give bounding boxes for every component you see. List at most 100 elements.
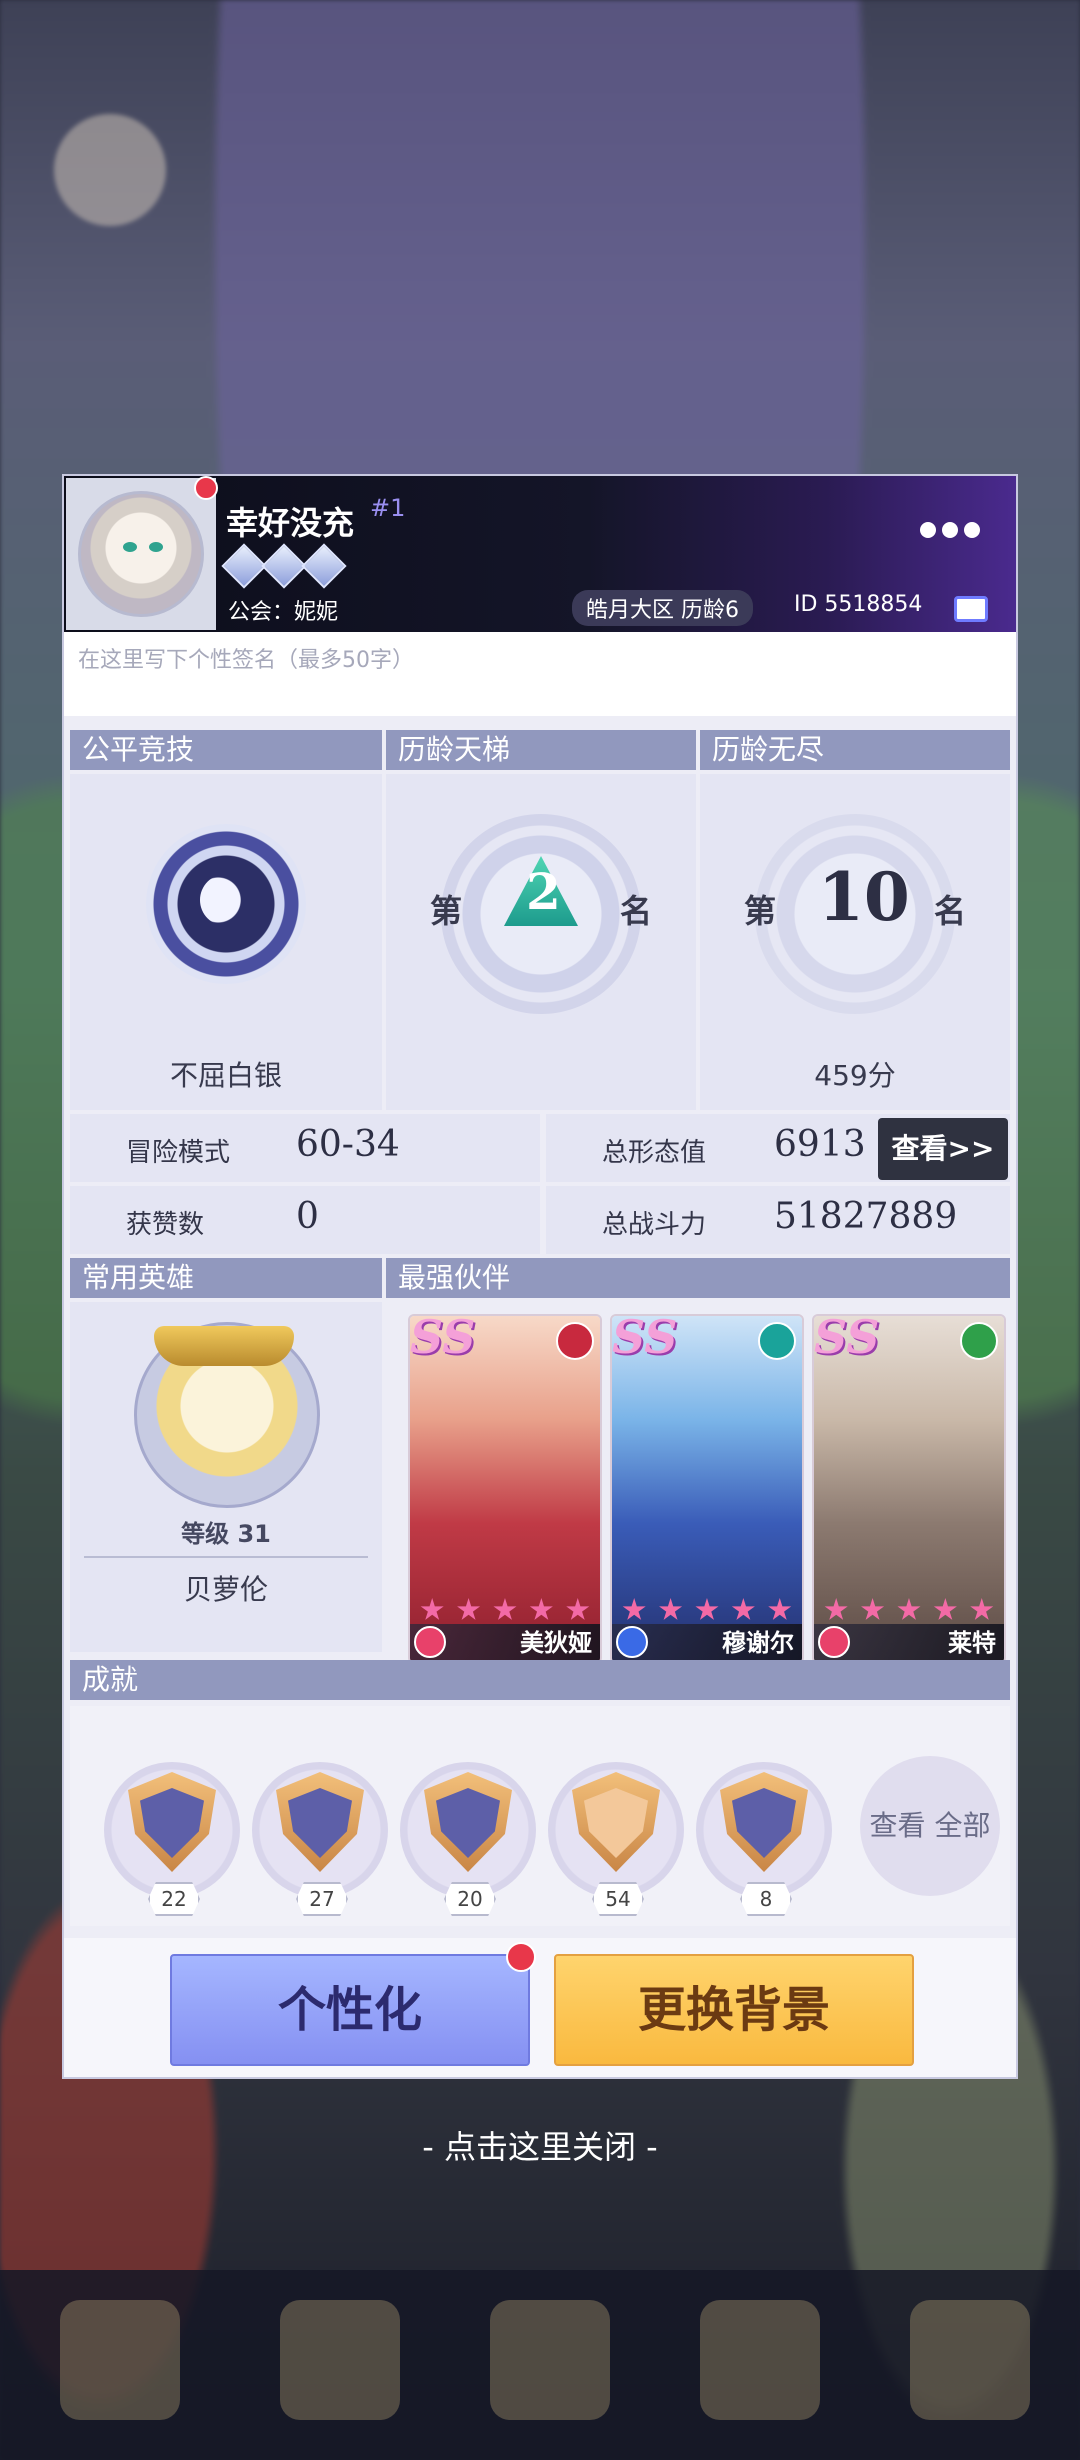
notification-dot [506, 1942, 536, 1972]
partner-stars [612, 1598, 802, 1622]
frequent-hero-cell[interactable]: 等级 31 贝萝伦 [70, 1302, 382, 1652]
star-icon [622, 1598, 646, 1620]
likes-value: 0 [296, 1196, 319, 1237]
likes-label: 获赞数 [126, 1210, 205, 1240]
section-title-fair-arena: 公平竞技 [70, 730, 382, 770]
achievement-count: 22 [148, 1882, 200, 1916]
view-appearance-button[interactable]: 查看>> [878, 1118, 1008, 1180]
nav-background-icon [490, 2300, 610, 2420]
likes-row: 获赞数 0 [70, 1186, 540, 1254]
action-bar: 个性化 更换背景 [64, 1938, 1016, 2077]
wind-element-icon [758, 1322, 796, 1360]
partner-card[interactable]: SS 莱特 [812, 1314, 1006, 1664]
section-title-ladder: 历龄天梯 [386, 730, 696, 770]
adventure-label: 冒险模式 [126, 1138, 231, 1168]
class-icon [414, 1626, 446, 1658]
achievement-count: 8 [740, 1882, 792, 1916]
view-all-achievements-button[interactable]: 查看 全部 [860, 1756, 1000, 1896]
partner-card[interactable]: SS 穆谢尔 [610, 1314, 804, 1664]
power-label: 总战斗力 [602, 1210, 707, 1240]
more-options-icon[interactable] [920, 522, 980, 538]
endless-cell[interactable]: 第 10 名 459分 [700, 774, 1010, 1110]
section-title-achievements: 成就 [70, 1660, 1010, 1700]
star-icon [970, 1598, 994, 1620]
guild-name: 公会：妮妮 [228, 600, 339, 625]
appearance-label: 总形态值 [602, 1138, 707, 1168]
hero-crown-icon [154, 1326, 294, 1366]
fair-arena-cell[interactable]: 不屈白银 [70, 774, 382, 1110]
achievement-count: 20 [444, 1882, 496, 1916]
achievement-badge[interactable]: 27 [252, 1762, 388, 1916]
class-icon [818, 1626, 850, 1658]
partner-name: 穆谢尔 [722, 1629, 794, 1657]
star-icon [493, 1598, 517, 1620]
achievement-badge[interactable]: 22 [104, 1762, 240, 1916]
power-value: 51827889 [774, 1196, 958, 1237]
star-icon [659, 1598, 683, 1620]
appearance-value: 6913 [774, 1124, 866, 1165]
class-icon [616, 1626, 648, 1658]
player-id: ID 5518854 [794, 592, 923, 617]
ladder-cell[interactable]: 第 2 名 [386, 774, 696, 1110]
profile-header: 幸好没充 #1 公会：妮妮 皓月大区 历龄6 ID 5518854 [64, 476, 1016, 632]
star-icon [529, 1598, 553, 1620]
achievement-badge[interactable]: 8 [696, 1762, 832, 1916]
adventure-row: 冒险模式 60-34 [70, 1114, 540, 1182]
rank-tag: #1 [370, 494, 406, 522]
partner-grade: SS [612, 1314, 678, 1364]
star-icon [566, 1598, 590, 1620]
achievement-badge[interactable]: 54 [548, 1762, 684, 1916]
star-icon [731, 1598, 755, 1620]
achievement-count: 54 [592, 1882, 644, 1916]
personalize-button[interactable]: 个性化 [170, 1954, 530, 2066]
diamond-icon [261, 543, 307, 589]
diamond-icon [301, 543, 347, 589]
signature-field[interactable]: 在这里写下个性签名（最多50字） [64, 632, 1016, 716]
section-title-frequent-hero: 常用英雄 [70, 1258, 382, 1298]
power-row: 总战斗力 51827889 [546, 1186, 1010, 1254]
star-icon [824, 1598, 848, 1620]
nav-background-icon [700, 2300, 820, 2420]
ladder-rank-suffix: 名 [620, 892, 653, 930]
achievements-area: 22 27 20 54 8 查看 全部 [70, 1706, 1010, 1926]
vip-diamonds [221, 543, 347, 589]
adventure-value: 60-34 [296, 1124, 400, 1165]
avatar-frame[interactable] [66, 478, 216, 630]
server-badge: 皓月大区 历龄6 [572, 590, 753, 626]
partner-grade: SS [814, 1314, 880, 1364]
partner-card[interactable]: SS 美狄娅 [408, 1314, 602, 1664]
endless-rank-number: 10 [818, 858, 910, 936]
partner-stars [814, 1598, 1004, 1622]
player-name: 幸好没充 [226, 504, 355, 542]
nature-element-icon [960, 1322, 998, 1360]
star-icon [861, 1598, 885, 1620]
partner-stars [410, 1598, 600, 1622]
fair-arena-rank: 不屈白银 [169, 1059, 282, 1092]
nav-background-icon [280, 2300, 400, 2420]
diamond-icon [221, 543, 267, 589]
achievement-count: 27 [296, 1882, 348, 1916]
endless-rank-suffix: 名 [934, 892, 967, 930]
change-background-button[interactable]: 更换背景 [554, 1954, 914, 2066]
endless-rank-prefix: 第 [744, 892, 777, 930]
profile-panel: 幸好没充 #1 公会：妮妮 皓月大区 历龄6 ID 5518854 在这里写下个… [62, 474, 1018, 2079]
avatar[interactable] [78, 491, 204, 617]
notification-dot [194, 476, 218, 500]
ladder-rank-number: 2 [526, 862, 561, 921]
star-icon [695, 1598, 719, 1620]
achievement-badge[interactable]: 20 [400, 1762, 536, 1916]
nav-background-icon [910, 2300, 1030, 2420]
hero-level: 等级 31 [181, 1520, 271, 1548]
partner-name: 美狄娅 [520, 1629, 592, 1657]
section-title-strongest-partners: 最强伙伴 [386, 1258, 1010, 1298]
moon-icon [200, 874, 252, 926]
nav-background-icon [60, 2300, 180, 2420]
partner-grade: SS [410, 1314, 476, 1364]
star-icon [420, 1598, 444, 1620]
fire-element-icon [556, 1322, 594, 1360]
copy-id-icon[interactable] [954, 596, 988, 622]
hero-divider [84, 1556, 368, 1558]
close-hint[interactable]: - 点击这里关闭 - [0, 2122, 1080, 2168]
star-icon [897, 1598, 921, 1620]
section-title-endless: 历龄无尽 [700, 730, 1010, 770]
